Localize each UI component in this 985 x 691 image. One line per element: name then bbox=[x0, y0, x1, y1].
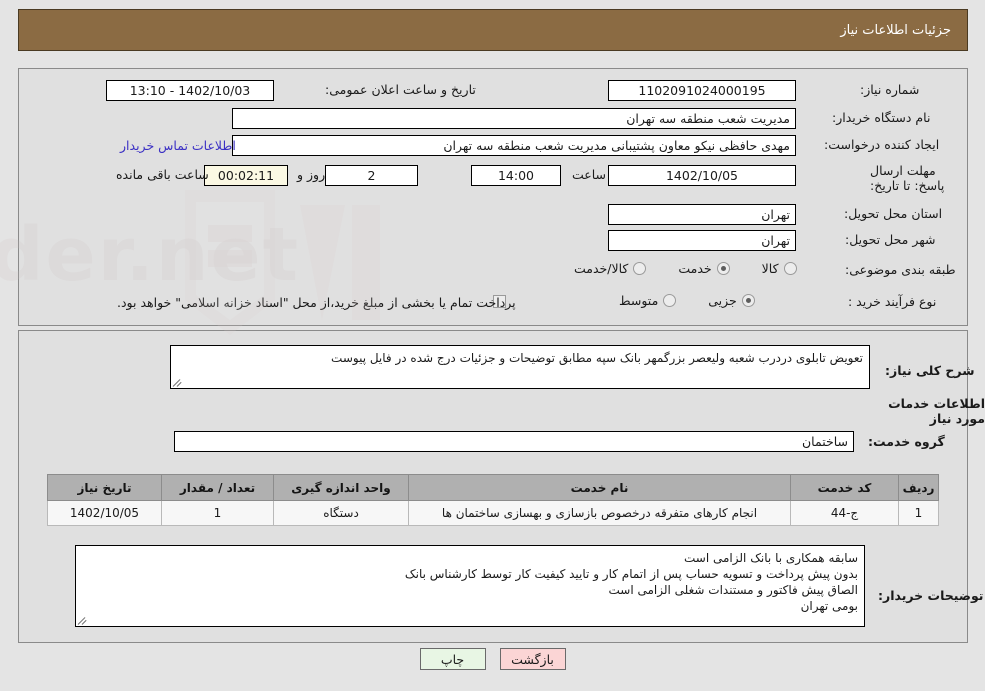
deadline-days-suffix: روز و bbox=[297, 167, 326, 182]
category-radio-kala-khedmat[interactable]: کالا/خدمت bbox=[574, 261, 647, 276]
request-creator-field[interactable]: مهدی حافظی نیکو معاون پشتیبانی مدیریت شع… bbox=[232, 135, 796, 156]
category-radio-group[interactable]: کالا خدمت کالا/خدمت bbox=[548, 261, 797, 276]
category-label: طبقه بندی موضوعی: bbox=[845, 262, 956, 277]
province-field[interactable]: تهران bbox=[608, 204, 796, 225]
deadline-time-label: ساعت bbox=[572, 167, 607, 182]
category-radio-kala[interactable]: کالا bbox=[762, 261, 797, 276]
purchase-type-label-row: نوع فرآیند خرید : bbox=[848, 294, 936, 309]
countdown-suffix-label: ساعت باقی مانده bbox=[116, 167, 209, 182]
purchase-type-label: نوع فرآیند خرید : bbox=[848, 294, 937, 309]
buyer-contact-link[interactable]: اطلاعات تماس خریدار bbox=[120, 138, 236, 153]
purchase-type-radio-motevaset-label: متوسط bbox=[619, 293, 659, 308]
purchase-type-radio-jozee-label: جزیی bbox=[708, 293, 737, 308]
th-quantity: تعداد / مقدار bbox=[161, 474, 274, 501]
deadline-date-field[interactable]: 1402/10/05 bbox=[608, 165, 796, 186]
th-code: کد خدمت bbox=[790, 474, 899, 501]
radio-selected-icon[interactable] bbox=[716, 262, 730, 275]
treasury-checkbox-label: پرداخت تمام یا بخشی از مبلغ خرید،از محل … bbox=[117, 295, 516, 310]
services-table-wrapper: ردیف کد خدمت نام خدمت واحد اندازه گیری ت… bbox=[47, 474, 939, 526]
footer-button-bar: بازگشت چاپ bbox=[0, 648, 985, 670]
province-label: استان محل تحویل: bbox=[844, 206, 943, 221]
purchase-type-radio-motevaset[interactable]: متوسط bbox=[619, 293, 677, 308]
cell-quantity: 1 bbox=[161, 500, 274, 526]
buyer-notes-line-2: بدون پیش پرداخت و تسویه حساب پس از اتمام… bbox=[404, 567, 858, 581]
print-button[interactable]: چاپ bbox=[419, 648, 486, 670]
back-button[interactable]: بازگشت bbox=[499, 648, 566, 670]
th-name: نام خدمت bbox=[408, 474, 791, 501]
buyer-org-field[interactable]: مدیریت شعب منطقه سه تهران bbox=[232, 108, 796, 129]
announce-datetime-field[interactable]: 1402/10/03 - 13:10 bbox=[106, 80, 274, 101]
table-header-row: ردیف کد خدمت نام خدمت واحد اندازه گیری ت… bbox=[47, 474, 939, 501]
cell-radif: 1 bbox=[898, 500, 939, 526]
th-unit: واحد اندازه گیری bbox=[273, 474, 409, 501]
cell-unit: دستگاه bbox=[273, 500, 409, 526]
buyer-notes-textarea[interactable]: سابقه همکاری با بانک الزامی است بدون پیش… bbox=[75, 545, 865, 627]
need-number-label: شماره نیاز: bbox=[860, 82, 920, 97]
description-label: شرح کلی نیاز: bbox=[885, 363, 975, 378]
cell-code: ج-44 bbox=[790, 500, 899, 526]
need-number-field[interactable]: 1102091024000195 bbox=[608, 80, 796, 101]
page-title: جزئیات اطلاعات نیاز bbox=[840, 22, 951, 38]
service-group-field[interactable]: ساختمان bbox=[174, 431, 854, 452]
description-text: تعویض تابلوی دردرب شعبه ولیعصر بزرگمهر ب… bbox=[331, 351, 863, 365]
radio-icon[interactable] bbox=[663, 294, 677, 307]
purchase-type-radio-jozee[interactable]: جزیی bbox=[708, 293, 755, 308]
deadline-time-field[interactable]: 14:00 bbox=[471, 165, 561, 186]
services-table: ردیف کد خدمت نام خدمت واحد اندازه گیری ت… bbox=[47, 474, 939, 526]
service-group-label: گروه خدمت: bbox=[868, 434, 945, 449]
radio-selected-icon[interactable] bbox=[741, 294, 755, 307]
cell-need-date: 1402/10/05 bbox=[47, 500, 162, 526]
th-need-date: تاریخ نیاز bbox=[47, 474, 162, 501]
deadline-label-row: مهلت ارسال پاسخ: تا تاریخ: bbox=[870, 163, 966, 193]
request-creator-label-row: ایجاد کننده درخواست: bbox=[824, 137, 939, 152]
need-info-panel bbox=[18, 68, 968, 326]
deadline-label: مهلت ارسال پاسخ: تا تاریخ: bbox=[870, 163, 945, 193]
radio-icon[interactable] bbox=[633, 262, 647, 275]
buyer-org-label: نام دستگاه خریدار: bbox=[832, 110, 931, 125]
category-label-row: طبقه بندی موضوعی: bbox=[845, 262, 956, 277]
category-radio-kala-khedmat-label: کالا/خدمت bbox=[574, 261, 629, 276]
resize-grip-icon[interactable] bbox=[77, 616, 87, 625]
countdown-timer: 00:02:11 bbox=[204, 165, 288, 186]
description-textarea[interactable]: تعویض تابلوی دردرب شعبه ولیعصر بزرگمهر ب… bbox=[170, 345, 870, 389]
buyer-notes-label: توضیحات خریدار: bbox=[878, 588, 984, 603]
city-label-row: شهر محل تحویل: bbox=[845, 232, 935, 247]
buyer-notes-line-3: الصاق پیش فاکتور و مستندات شغلی الزامی ا… bbox=[608, 583, 858, 597]
announce-datetime-label: تاریخ و ساعت اعلان عمومی: bbox=[325, 82, 476, 97]
category-radio-khedmat[interactable]: خدمت bbox=[678, 261, 730, 276]
table-row: 1 ج-44 انجام کارهای متفرقه درخصوص بازساز… bbox=[47, 500, 939, 526]
request-creator-label: ایجاد کننده درخواست: bbox=[824, 137, 940, 152]
purchase-type-radio-group[interactable]: جزیی متوسط bbox=[593, 293, 755, 308]
buyer-org-label-row: نام دستگاه خریدار: bbox=[832, 110, 930, 125]
deadline-days-field[interactable]: 2 bbox=[325, 165, 418, 186]
resize-grip-icon[interactable] bbox=[172, 378, 182, 387]
announce-datetime-label-row: تاریخ و ساعت اعلان عمومی: bbox=[325, 82, 476, 97]
buyer-notes-line-1: سابقه همکاری با بانک الزامی است bbox=[684, 551, 858, 565]
cell-name: انجام کارهای متفرقه درخصوص بازسازی و بهس… bbox=[408, 500, 791, 526]
page-header: جزئیات اطلاعات نیاز bbox=[18, 9, 968, 51]
category-radio-kala-label: کالا bbox=[761, 261, 779, 276]
need-number-label-row: شماره نیاز: bbox=[860, 82, 919, 97]
province-label-row: استان محل تحویل: bbox=[844, 206, 942, 221]
city-label: شهر محل تحویل: bbox=[845, 232, 936, 247]
category-radio-khedmat-label: خدمت bbox=[678, 261, 712, 276]
city-field[interactable]: تهران bbox=[608, 230, 796, 251]
services-section-heading: اطلاعات خدمات مورد نیاز bbox=[888, 396, 985, 426]
th-radif: ردیف bbox=[898, 474, 939, 501]
buyer-notes-line-4: بومی تهران bbox=[800, 599, 858, 613]
radio-icon[interactable] bbox=[783, 262, 797, 275]
